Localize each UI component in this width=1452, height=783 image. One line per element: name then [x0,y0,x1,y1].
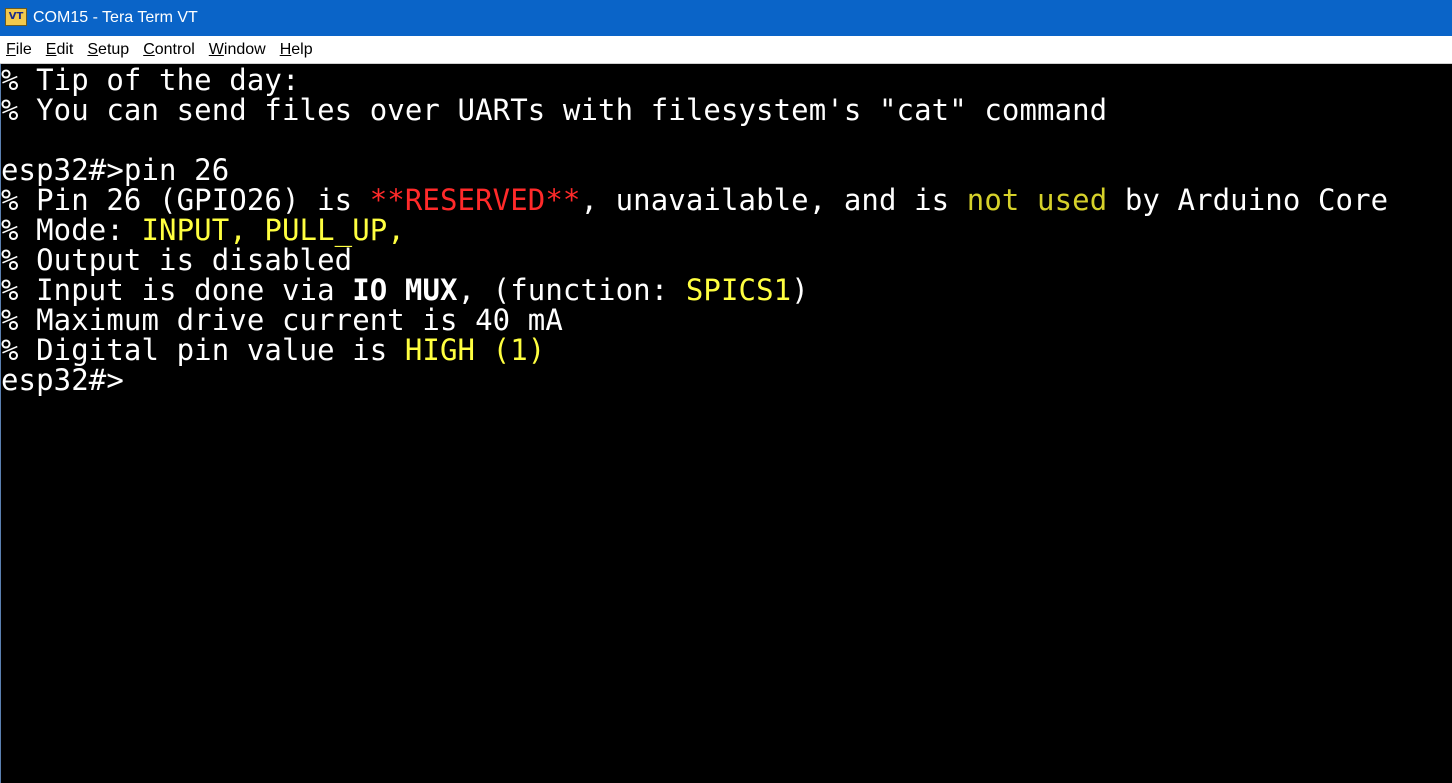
terminal-text: % Pin 26 (GPIO26) is [1,183,370,217]
terminal-text-olive: not used [966,183,1108,217]
terminal-text: % Tip of the day: [1,63,300,97]
tera-term-vt-icon[interactable]: VT [5,8,27,26]
terminal-text: % Digital pin value is [1,333,405,367]
terminal-text: % Input is done via [1,273,353,307]
terminal-text: , (function: [457,273,686,307]
terminal-text: % Maximum drive current is 40 mA [1,303,563,337]
terminal-text-yellow: SPICS1 [685,273,792,307]
terminal-text: ) [791,273,809,307]
terminal-text-bold: IO MUX [352,273,458,307]
terminal-line: esp32#> [1,365,1452,395]
terminal-screen[interactable]: % Tip of the day:% You can send files ov… [0,64,1452,783]
terminal-line: % Maximum drive current is 40 mA [1,305,1452,335]
terminal-text-yellow: HIGH (1) [404,333,546,367]
terminal-line: % You can send files over UARTs with fil… [1,95,1452,125]
terminal-text: % You can send files over UARTs with fil… [1,93,1108,127]
terminal-text: esp32#>pin 26 [1,153,230,187]
terminal-text: esp32#> [1,363,124,397]
terminal-line: % Pin 26 (GPIO26) is **RESERVED**, unava… [1,185,1452,215]
terminal-text: , unavailable, and is [580,183,967,217]
tera-term-window: VT COM15 - Tera Term VT File Edit Setup … [0,0,1452,783]
menu-window[interactable]: Window [209,41,266,59]
terminal-line: % Tip of the day: [1,65,1452,95]
title-bar[interactable]: VT COM15 - Tera Term VT [0,0,1452,36]
window-title: COM15 - Tera Term VT [33,8,198,26]
menu-control[interactable]: Control [143,41,195,59]
menu-bar: File Edit Setup Control Window Help [0,36,1452,64]
menu-file[interactable]: File [6,41,32,59]
menu-setup[interactable]: Setup [87,41,129,59]
terminal-text: % Output is disabled [1,243,353,277]
terminal-line: esp32#>pin 26 [1,155,1452,185]
terminal-text: % Mode: [1,213,142,247]
terminal-line: % Digital pin value is HIGH (1) [1,335,1452,365]
menu-help[interactable]: Help [280,41,313,59]
terminal-line: % Input is done via IO MUX, (function: S… [1,275,1452,305]
terminal-text-yellow: INPUT, PULL_UP, [141,213,405,247]
menu-edit[interactable]: Edit [46,41,74,59]
terminal-line: % Mode: INPUT, PULL_UP, [1,215,1452,245]
terminal-text-red: **RESERVED** [369,183,581,217]
terminal-line: % Output is disabled [1,245,1452,275]
terminal-text: by Arduino Core [1107,183,1389,217]
